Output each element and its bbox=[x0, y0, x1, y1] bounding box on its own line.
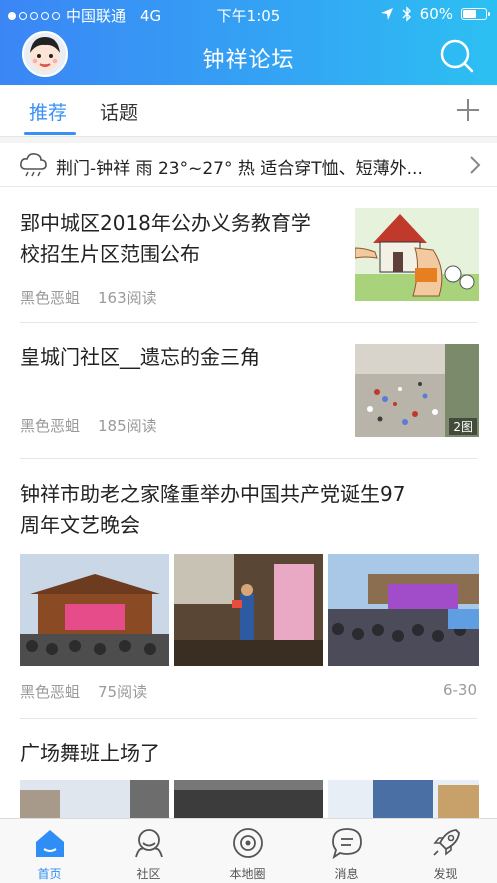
weather-text: 荆门-钟祥 雨 23°~27° 热 适合穿T恤、短薄外... bbox=[56, 159, 423, 179]
nav-local-circle-label: 本地圈 bbox=[229, 867, 266, 881]
read-count: 163阅读 bbox=[98, 289, 157, 307]
nav-bar: 钟祥论坛 bbox=[0, 28, 497, 85]
list-item[interactable]: 广场舞班上场了 bbox=[0, 718, 497, 818]
community-icon bbox=[135, 829, 163, 858]
rain-cloud-icon bbox=[20, 153, 47, 177]
read-count: 185阅读 bbox=[98, 417, 157, 435]
nav-messages-label: 消息 bbox=[334, 867, 359, 881]
bottom-tab-bar: 首页 社区 本地圈 消息 发现 bbox=[0, 818, 497, 883]
local-circle-icon bbox=[233, 828, 263, 858]
nav-messages[interactable]: 消息 bbox=[297, 819, 396, 883]
article-title: 钟祥市助老之家隆重举办中国共产党诞生97 周年文艺晚会 bbox=[20, 482, 406, 537]
article-thumbnail: 2图 bbox=[355, 344, 479, 437]
rocket-icon bbox=[433, 829, 460, 856]
article-image bbox=[174, 780, 323, 818]
article-title: 广场舞班上场了 bbox=[20, 741, 160, 765]
author-name: 黑色恶蛆 bbox=[20, 683, 81, 701]
active-tab-indicator bbox=[24, 132, 76, 135]
article-image bbox=[328, 780, 479, 818]
plus-icon bbox=[457, 99, 479, 121]
read-count: 75阅读 bbox=[98, 683, 148, 701]
add-channel-button[interactable] bbox=[455, 97, 481, 123]
list-item[interactable]: 皇城门社区__遗忘的金三角 黑色恶蛆 185阅读 2图 bbox=[0, 323, 497, 459]
nav-community[interactable]: 社区 bbox=[99, 819, 198, 883]
search-icon bbox=[440, 39, 474, 73]
nav-local-circle[interactable]: 本地圈 bbox=[198, 819, 297, 883]
post-date: 6-30 bbox=[442, 681, 477, 699]
list-item[interactable]: 郢中城区2018年公办义务教育学 校招生片区范围公布 黑色恶蛆 163阅读 bbox=[0, 188, 497, 323]
article-title: 皇城门社区__遗忘的金三角 bbox=[20, 345, 260, 369]
page-title: 钟祥论坛 bbox=[202, 48, 295, 73]
app-header: 中国联通 4G 下午1:05 60% 钟祥论坛 bbox=[0, 0, 497, 85]
nav-home[interactable]: 首页 bbox=[0, 819, 99, 883]
article-image bbox=[20, 554, 169, 666]
location-arrow-icon bbox=[380, 8, 393, 20]
article-image bbox=[20, 780, 169, 818]
list-item[interactable]: 钟祥市助老之家隆重举办中国共产党诞生97 周年文艺晚会 黑色恶蛆 75阅读 6-… bbox=[0, 459, 497, 719]
nav-home-label: 首页 bbox=[37, 867, 62, 881]
author-name: 黑色恶蛆 bbox=[20, 417, 81, 435]
weather-bar[interactable]: 荆门-钟祥 雨 23°~27° 热 适合穿T恤、短薄外... bbox=[0, 143, 497, 187]
battery-icon bbox=[461, 8, 490, 20]
article-image bbox=[174, 554, 323, 666]
battery-percent: 60% bbox=[419, 5, 453, 23]
home-icon bbox=[36, 830, 64, 857]
article-title: 郢中城区2018年公办义务教育学 校招生片区范围公布 bbox=[20, 211, 311, 266]
nav-discover-label: 发现 bbox=[433, 867, 458, 881]
status-bar: 中国联通 4G 下午1:05 60% bbox=[0, 0, 497, 28]
tab-bar: 推荐 话题 bbox=[0, 85, 497, 137]
author-name: 黑色恶蛆 bbox=[20, 289, 81, 307]
nav-discover[interactable]: 发现 bbox=[396, 819, 495, 883]
chevron-right-icon bbox=[470, 156, 481, 174]
tab-recommended[interactable]: 推荐 bbox=[29, 98, 67, 125]
image-count-badge: 2图 bbox=[449, 418, 477, 435]
article-thumbnail bbox=[355, 208, 479, 301]
tab-topics[interactable]: 话题 bbox=[100, 98, 138, 125]
nav-community-label: 社区 bbox=[136, 867, 161, 881]
search-button[interactable] bbox=[437, 36, 477, 76]
bluetooth-icon bbox=[402, 6, 411, 22]
message-icon bbox=[332, 828, 362, 860]
article-image bbox=[328, 554, 479, 666]
